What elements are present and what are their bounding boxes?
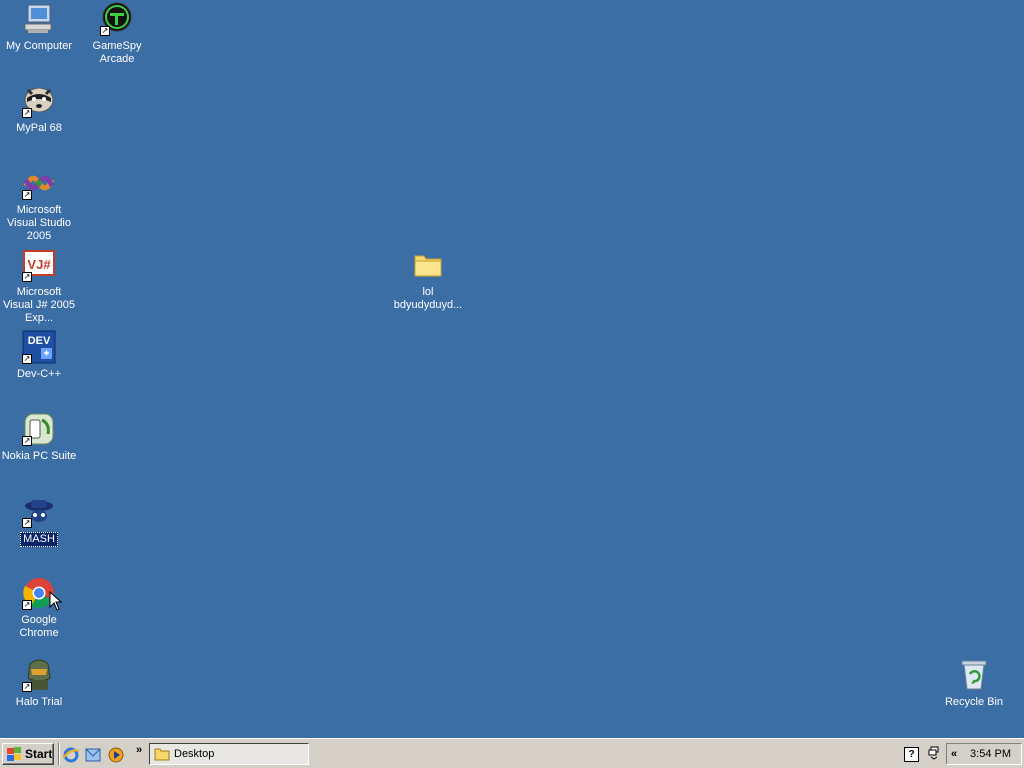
shortcut-arrow-icon: ↗ bbox=[22, 682, 32, 692]
desktop[interactable]: My Computer ↗ GameSpy Arcade ↗ MyPal 68 … bbox=[0, 0, 1024, 738]
taskbar-button-label: Desktop bbox=[174, 748, 215, 760]
clock[interactable]: 3:54 PM bbox=[961, 748, 1021, 760]
desktop-icon-mypal[interactable]: ↗ MyPal 68 bbox=[0, 84, 78, 162]
desktop-icon-nokia[interactable]: ↗ Nokia PC Suite bbox=[0, 412, 78, 490]
desktop-icon-dev-cpp[interactable]: DEV ↗ Dev-C++ bbox=[0, 330, 78, 408]
desktop-icon-halo[interactable]: ↗ Halo Trial bbox=[0, 658, 78, 736]
quicklaunch-more-chevron-icon[interactable]: » bbox=[136, 744, 142, 756]
taskbar-separator bbox=[58, 743, 60, 765]
tray-expand-chevron-icon[interactable]: « bbox=[947, 748, 961, 760]
windows-logo-icon bbox=[6, 747, 22, 761]
desktop-icon-my-computer[interactable]: My Computer bbox=[0, 2, 78, 80]
start-label: Start bbox=[25, 747, 53, 761]
shortcut-arrow-icon: ↗ bbox=[22, 190, 32, 200]
visual-studio-icon: ↗ bbox=[22, 166, 56, 200]
raccoon-icon: ↗ bbox=[22, 84, 56, 118]
desktop-icon-visual-jsharp[interactable]: VJ# ↗ Microsoft Visual J# 2005 Exp... bbox=[0, 248, 78, 326]
desktop-icon-label: MyPal 68 bbox=[16, 122, 62, 134]
desktop-icon-chrome[interactable]: ↗ Google Chrome bbox=[0, 576, 78, 654]
shortcut-arrow-icon: ↗ bbox=[22, 600, 32, 610]
mouse-cursor-icon bbox=[49, 591, 63, 611]
desktop-icon-label: My Computer bbox=[5, 40, 73, 52]
mash-icon: ↗ bbox=[22, 494, 56, 528]
help-icon[interactable]: ? bbox=[904, 747, 919, 762]
desktop-icon-label: Halo Trial bbox=[15, 696, 63, 708]
restore-windows-icon[interactable] bbox=[928, 746, 940, 760]
computer-icon bbox=[22, 2, 56, 36]
shortcut-arrow-icon: ↗ bbox=[22, 518, 32, 528]
desktop-icon-mash[interactable]: ↗ MASH bbox=[0, 494, 78, 572]
vj-icon: VJ# ↗ bbox=[22, 248, 56, 282]
recycle-bin-icon bbox=[957, 658, 991, 692]
media-player-quicklaunch-icon[interactable] bbox=[107, 746, 125, 764]
vj-icon-text: VJ# bbox=[27, 257, 51, 272]
desktop-icon-label: Microsoft Visual J# 2005 Exp... bbox=[3, 286, 75, 324]
ie-quicklaunch-icon[interactable] bbox=[62, 746, 80, 764]
desktop-icon-label: Dev-C++ bbox=[16, 368, 62, 380]
start-button[interactable]: Start bbox=[2, 743, 54, 765]
folder-icon bbox=[154, 748, 170, 761]
desktop-icon-label: Microsoft Visual Studio 2005 bbox=[6, 204, 71, 242]
shortcut-arrow-icon: ↗ bbox=[22, 108, 32, 118]
nokia-icon: ↗ bbox=[22, 412, 56, 446]
desktop-icon-folder[interactable]: lol bdyudyduyd... bbox=[389, 248, 467, 326]
gamespy-icon: ↗ bbox=[100, 2, 134, 36]
desktop-icon-label: Google Chrome bbox=[19, 614, 59, 639]
system-tray: « 3:54 PM bbox=[946, 743, 1022, 765]
shortcut-arrow-icon: ↗ bbox=[22, 436, 32, 446]
shortcut-arrow-icon: ↗ bbox=[100, 26, 110, 36]
shortcut-arrow-icon: ↗ bbox=[22, 272, 32, 282]
dev-icon-text: DEV bbox=[28, 335, 51, 347]
desktop-icon-label: Recycle Bin bbox=[944, 696, 1004, 708]
dev-cpp-icon: DEV ↗ bbox=[22, 330, 56, 364]
taskbar-button-desktop[interactable]: Desktop bbox=[149, 743, 309, 765]
desktop-icon-gamespy[interactable]: ↗ GameSpy Arcade bbox=[78, 2, 156, 80]
desktop-icon-recycle-bin[interactable]: Recycle Bin bbox=[935, 658, 1013, 736]
halo-icon: ↗ bbox=[22, 658, 56, 692]
desktop-icon-label: Nokia PC Suite bbox=[1, 450, 77, 462]
folder-icon bbox=[411, 248, 445, 282]
outlook-express-quicklaunch-icon[interactable] bbox=[84, 746, 102, 764]
desktop-icon-visual-studio[interactable]: ↗ Microsoft Visual Studio 2005 bbox=[0, 166, 78, 244]
desktop-icon-label: MASH bbox=[20, 532, 58, 547]
desktop-icon-label: GameSpy Arcade bbox=[92, 40, 142, 65]
desktop-icon-label: lol bdyudyduyd... bbox=[393, 286, 463, 311]
taskbar: Start » Desktop ? « 3:54 PM bbox=[0, 738, 1024, 768]
shortcut-arrow-icon: ↗ bbox=[22, 354, 32, 364]
